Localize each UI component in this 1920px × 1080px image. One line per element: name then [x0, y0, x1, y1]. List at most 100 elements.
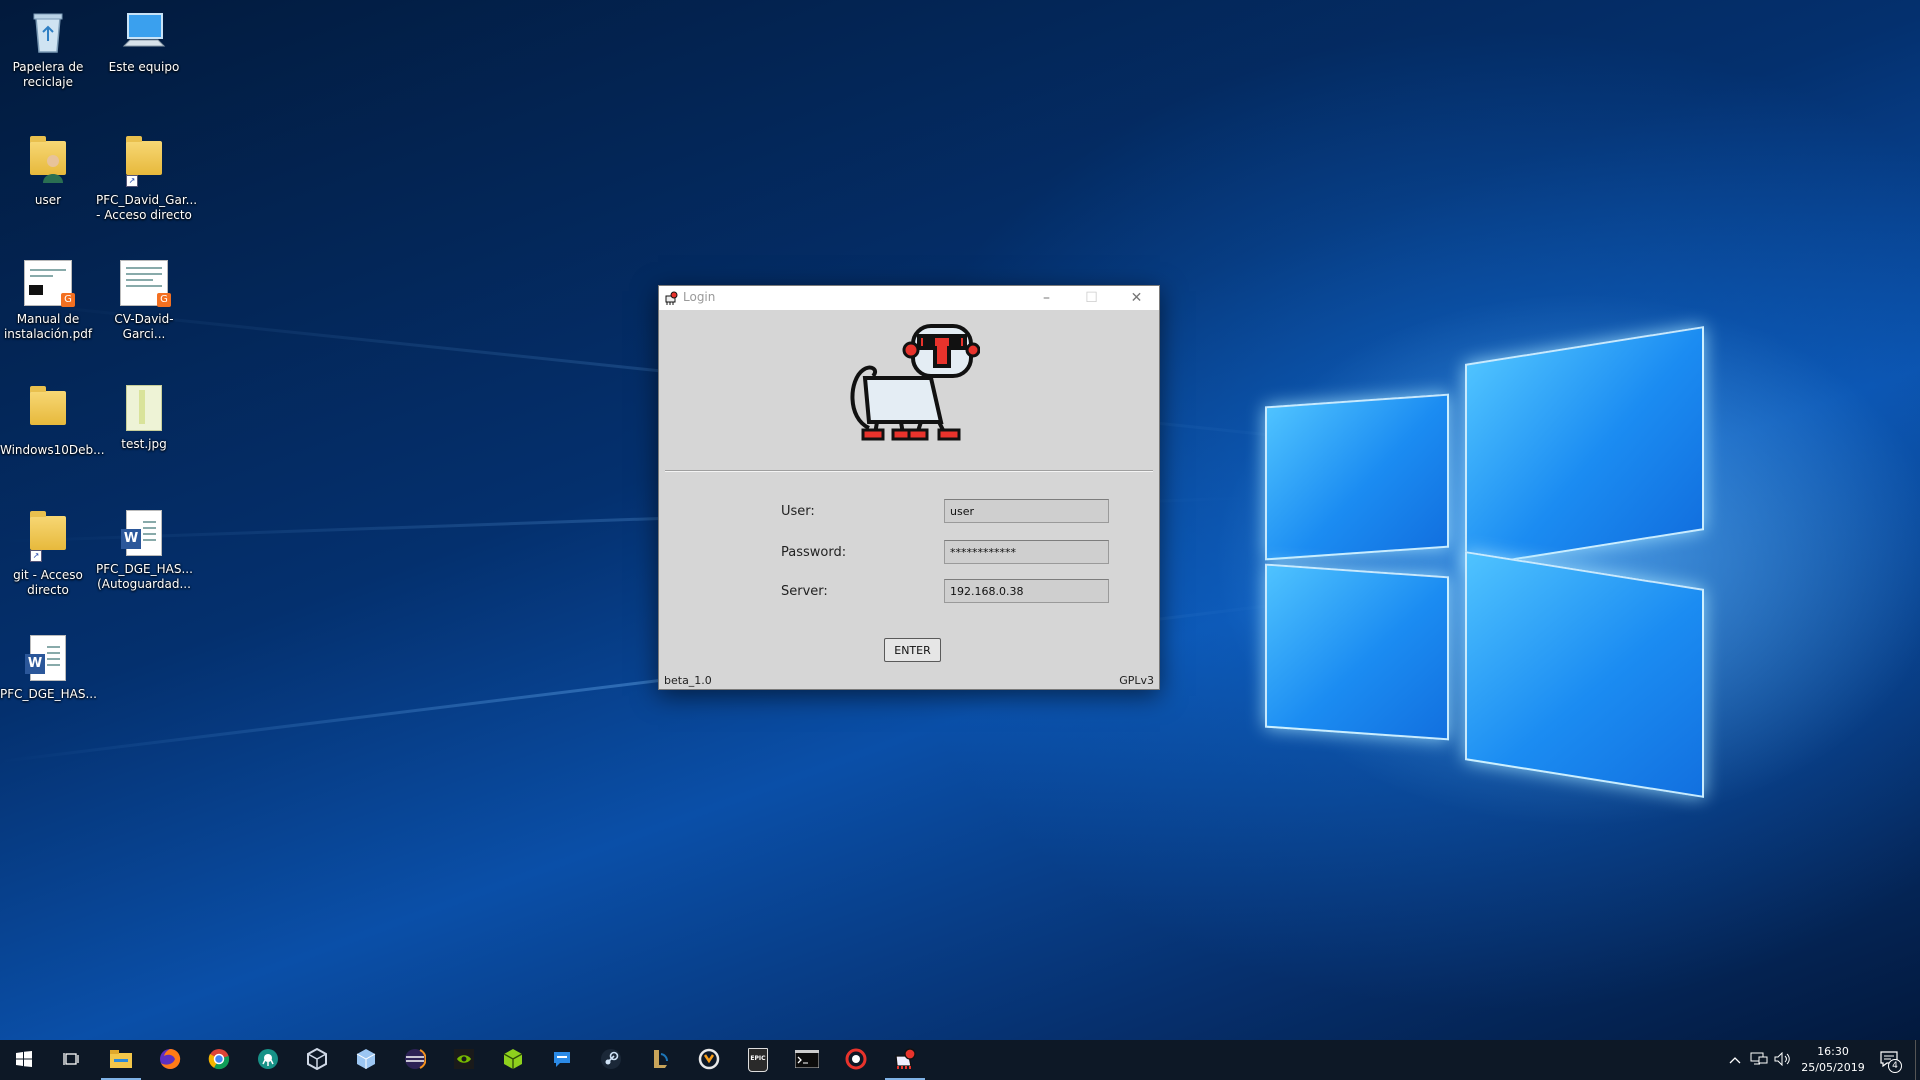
steam-button[interactable]	[587, 1040, 635, 1080]
pdf-document-icon: G	[24, 260, 75, 308]
folder-shortcut-icon: ↗	[24, 511, 72, 564]
virtualbox-icon	[306, 1047, 328, 1073]
server-label: Server:	[781, 584, 828, 599]
desktop-icon-label: test.jpg	[121, 437, 167, 451]
show-desktop-button[interactable]	[1915, 1040, 1920, 1080]
steam-icon	[600, 1048, 622, 1073]
user-input[interactable]	[944, 499, 1109, 523]
title-bar[interactable]: Login – ☐ ✕	[659, 286, 1159, 310]
network-button[interactable]	[1748, 1040, 1770, 1080]
monkey-app-icon	[663, 290, 679, 306]
window-title: Login	[683, 290, 716, 304]
desktop-icon-test-jpg[interactable]: test.jpg	[96, 383, 192, 452]
divider	[665, 470, 1153, 472]
windows-logo	[1265, 326, 1710, 798]
action-center-button[interactable]: 4	[1872, 1040, 1906, 1080]
firefox-icon	[159, 1048, 181, 1073]
terminal-button[interactable]	[783, 1040, 831, 1080]
speaker-icon	[1774, 1051, 1792, 1069]
gitkraken-button[interactable]	[244, 1040, 292, 1080]
desktop-icon-label: PFC_DGE_HAS... (Autoguardad...	[96, 562, 193, 591]
epic-games-button[interactable]: EPIC	[734, 1040, 782, 1080]
image-file-icon	[120, 385, 168, 433]
file-explorer-button[interactable]	[97, 1040, 145, 1080]
network-icon	[1750, 1052, 1768, 1069]
eclipse-button[interactable]	[391, 1040, 439, 1080]
chat-app-button[interactable]	[538, 1040, 586, 1080]
start-windows-icon	[16, 1050, 32, 1070]
desktop-icon-label: CV-David-Garci...	[114, 312, 174, 341]
chrome-icon	[208, 1048, 230, 1073]
pdf-document-icon: G	[120, 260, 171, 308]
terminal-icon	[794, 1049, 820, 1071]
epic-games-text: EPIC	[750, 1055, 766, 1062]
task-view-icon	[63, 1051, 81, 1070]
virtualbox-button[interactable]	[293, 1040, 341, 1080]
license-label: GPLv3	[1119, 674, 1154, 687]
cube-app-icon	[355, 1048, 377, 1073]
minimize-button[interactable]: –	[1024, 286, 1069, 310]
sketchup-button[interactable]	[489, 1040, 537, 1080]
desktop-icon-windows10deb[interactable]: Windows10Deb...	[0, 383, 105, 458]
password-label: Password:	[781, 545, 847, 560]
firefox-button[interactable]	[146, 1040, 194, 1080]
this-pc-icon	[120, 8, 168, 56]
cube-app-button[interactable]	[342, 1040, 390, 1080]
word-document-icon: W	[24, 635, 72, 683]
record-app-icon	[845, 1048, 867, 1073]
clock[interactable]: 16:30 25/05/2019	[1798, 1040, 1868, 1080]
overwatch-button[interactable]	[685, 1040, 733, 1080]
desktop-icon-pfc-shortcut[interactable]: ↗ PFC_David_Gar... - Acceso directo	[96, 133, 198, 223]
desktop-icon-label: Este equipo	[108, 60, 180, 74]
clock-date: 25/05/2019	[1801, 1061, 1865, 1074]
eclipse-icon	[404, 1048, 427, 1073]
record-app-button[interactable]	[832, 1040, 880, 1080]
chat-app-icon	[551, 1048, 573, 1073]
clock-time: 16:30	[1817, 1045, 1849, 1058]
maximize-button[interactable]: ☐	[1069, 286, 1114, 310]
taskbar: EPIC 16:30 25/05/2019 4	[0, 1040, 1920, 1080]
desktop-icon-label: Papelera de reciclaje	[12, 60, 84, 89]
desktop-icon-label: Windows10Deb...	[0, 443, 105, 457]
desktop-icon-label: git - Acceso directo	[13, 568, 83, 597]
monkey-mascot-icon	[845, 318, 981, 443]
desktop-icon-pfc-autosaved[interactable]: W PFC_DGE_HAS... (Autoguardad...	[96, 508, 193, 592]
gitkraken-icon	[257, 1048, 279, 1073]
desktop-icon-user[interactable]: user	[0, 133, 96, 208]
recycle-bin-icon	[24, 8, 72, 56]
volume-button[interactable]	[1772, 1040, 1794, 1080]
desktop-icon-recycle-bin[interactable]: Papelera de reciclaje	[0, 8, 96, 90]
chrome-button[interactable]	[195, 1040, 243, 1080]
file-explorer-icon	[110, 1049, 132, 1071]
desktop-icon-cv[interactable]: G CV-David-Garci...	[96, 258, 192, 342]
desktop-icon-git-shortcut[interactable]: ↗ git - Acceso directo	[0, 508, 96, 598]
desktop-icon-manual-pdf[interactable]: G Manual de instalación.pdf	[0, 258, 96, 342]
epic-games-icon: EPIC	[748, 1048, 768, 1072]
league-icon	[649, 1048, 671, 1073]
word-document-icon: W	[120, 510, 168, 558]
desktop-icon-pfc-doc[interactable]: W PFC_DGE_HAS...	[0, 633, 97, 702]
close-button[interactable]: ✕	[1114, 286, 1159, 310]
version-label: beta_1.0	[664, 674, 712, 687]
nvidia-button[interactable]	[440, 1040, 488, 1080]
show-hidden-icons-button[interactable]	[1725, 1040, 1745, 1080]
desktop-icon-label: user	[34, 193, 62, 207]
notification-count-badge: 4	[1888, 1059, 1902, 1073]
desktop-icon-label: PFC_David_Gar... - Acceso directo	[96, 193, 198, 222]
chevron-up-icon	[1729, 1054, 1741, 1067]
monkey-app-button[interactable]	[881, 1040, 929, 1080]
password-input[interactable]	[944, 540, 1109, 564]
desktop-icon-this-pc[interactable]: Este equipo	[96, 8, 192, 75]
folder-icon	[24, 386, 72, 439]
overwatch-icon	[698, 1048, 720, 1073]
start-button[interactable]	[0, 1040, 48, 1080]
league-button[interactable]	[636, 1040, 684, 1080]
login-window: Login – ☐ ✕ User: Password: Server: ENTE…	[658, 285, 1160, 690]
desktop-icon-label: Manual de instalación.pdf	[3, 312, 93, 341]
folder-shortcut-icon: ↗	[120, 136, 168, 189]
enter-button[interactable]: ENTER	[884, 638, 941, 662]
server-input[interactable]	[944, 579, 1109, 603]
nvidia-icon	[453, 1048, 475, 1073]
sketchup-icon	[502, 1048, 524, 1073]
task-view-button[interactable]	[48, 1040, 96, 1080]
